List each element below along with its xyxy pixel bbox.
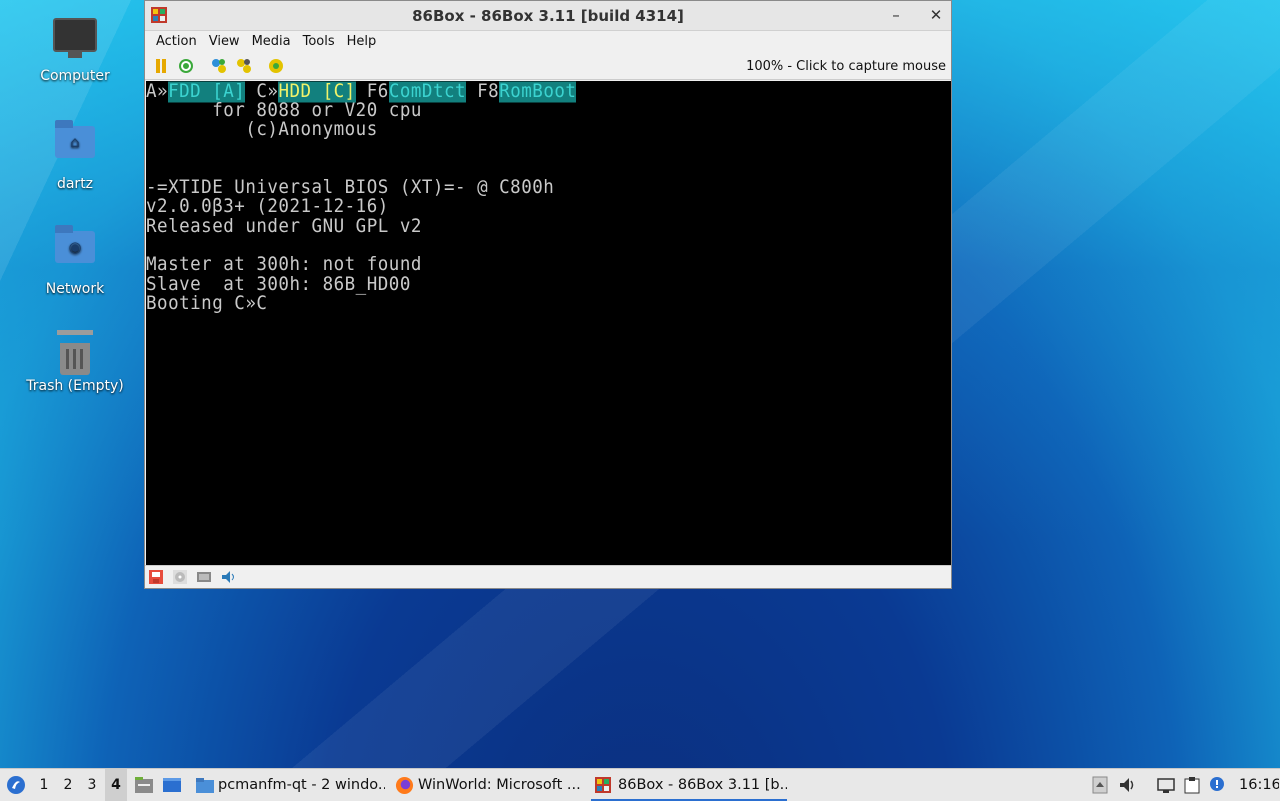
boot-option-comdtct: ComDtct xyxy=(388,81,467,103)
desktop-icon-computer[interactable]: Computer xyxy=(20,18,130,84)
pause-icon[interactable] xyxy=(152,57,170,75)
file-manager-launcher-icon[interactable] xyxy=(134,776,154,794)
minimize-button[interactable]: – xyxy=(885,5,907,25)
window-statusbar xyxy=(145,565,951,588)
show-desktop-icon[interactable] xyxy=(162,776,182,794)
screen-text-line: (c)Anonymous xyxy=(146,119,378,141)
clipboard-icon[interactable] xyxy=(1184,776,1200,794)
86box-app-icon xyxy=(595,777,611,793)
update-notifier-icon[interactable] xyxy=(1209,776,1225,794)
clock[interactable]: 16:16 xyxy=(1239,769,1279,801)
window-title: 86Box - 86Box 3.11 [build 4314] xyxy=(412,7,684,25)
desktop-icon-label: Trash (Empty) xyxy=(26,378,124,394)
emulator-window[interactable]: 86Box - 86Box 3.11 [build 4314] – ✕ Acti… xyxy=(144,0,952,589)
home-folder-icon: ⌂ xyxy=(53,120,97,170)
close-button[interactable]: ✕ xyxy=(925,5,947,25)
screen-text-line: v2.0.0β3+ (2021-12-16) xyxy=(146,196,389,218)
boot-option-c-key: C» xyxy=(245,81,279,103)
workspace-3[interactable]: 3 xyxy=(81,769,103,801)
toolbar: 100% - Click to capture mouse xyxy=(145,52,951,80)
desktop-icon-label: dartz xyxy=(56,176,94,192)
workspace-4[interactable]: 4 xyxy=(105,769,127,801)
network-folder-icon: ◉ xyxy=(53,225,97,275)
boot-option-hdd: HDD [C] xyxy=(278,81,356,103)
screen-text-line: for 8088 or V20 cpu xyxy=(146,100,422,122)
menu-bar: Action View Media Tools Help xyxy=(145,31,951,52)
menu-view[interactable]: View xyxy=(204,32,245,49)
boot-option-romboot: RomBoot xyxy=(499,81,577,103)
floppy-drive-icon[interactable] xyxy=(149,570,163,584)
boot-option-f6-key: F6 xyxy=(355,81,389,103)
boot-menu-line: A»FDD [A] C»HDD [C] F6ComDtct F8RomBoot xyxy=(146,81,577,103)
desktop-icon-trash[interactable]: Trash (Empty) xyxy=(20,328,130,394)
trash-icon xyxy=(53,328,97,375)
screen-text-line: Released under GNU GPL v2 xyxy=(146,216,422,238)
menu-action[interactable]: Action xyxy=(151,32,202,49)
hard-reset-icon[interactable] xyxy=(177,57,195,75)
menu-help[interactable]: Help xyxy=(342,32,382,49)
taskbar-task-pcmanfm[interactable]: pcmanfm-qt - 2 windo... xyxy=(193,769,385,801)
settings-icon[interactable] xyxy=(267,57,285,75)
workspace-1[interactable]: 1 xyxy=(33,769,55,801)
desktop-icon-network[interactable]: ◉ Network xyxy=(20,223,130,297)
computer-icon xyxy=(53,18,97,62)
menu-tools[interactable]: Tools xyxy=(298,32,340,49)
start-menu-icon[interactable] xyxy=(6,775,26,795)
taskbar-task-86box[interactable]: 86Box - 86Box 3.11 [b... xyxy=(591,769,787,801)
desktop-icon-label: Computer xyxy=(40,68,110,84)
window-titlebar[interactable]: 86Box - 86Box 3.11 [build 4314] – ✕ xyxy=(145,1,951,31)
boot-option-f8-key: F8 xyxy=(466,81,500,103)
screen-text-line: Master at 300h: not found xyxy=(146,254,422,276)
boot-option-a-key: A» xyxy=(146,81,169,103)
cdrom-drive-icon[interactable] xyxy=(173,570,187,584)
sound-icon[interactable] xyxy=(221,570,235,584)
ctrl-alt-del-icon[interactable] xyxy=(210,57,228,75)
menu-media[interactable]: Media xyxy=(247,32,296,49)
screen-text-line: -=XTIDE Universal BIOS (XT)=- @ C800h xyxy=(146,177,555,199)
desktop-icon-dartz[interactable]: ⌂ dartz xyxy=(20,118,130,192)
firefox-icon xyxy=(395,776,414,795)
workspace-2[interactable]: 2 xyxy=(57,769,79,801)
emulated-screen[interactable]: A»FDD [A] C»HDD [C] F6ComDtct F8RomBoot … xyxy=(146,81,951,565)
screen-text-line: Slave at 300h: 86B_HD00 xyxy=(146,274,411,296)
desktop-icon-label: Network xyxy=(45,281,105,297)
taskbar: 1 2 3 4 pcmanfm-qt - 2 windo... WinWorld… xyxy=(0,768,1280,801)
mouse-capture-status: 100% - Click to capture mouse xyxy=(746,59,946,74)
hard-disk-icon[interactable] xyxy=(197,570,211,584)
taskbar-task-firefox[interactable]: WinWorld: Microsoft ... xyxy=(393,769,585,801)
screen-text-line: Booting C»C xyxy=(146,293,268,315)
task-label: pcmanfm-qt - 2 windo... xyxy=(218,777,385,793)
network-tray-icon[interactable] xyxy=(1157,776,1175,794)
ctrl-alt-esc-icon[interactable] xyxy=(235,57,253,75)
folder-icon xyxy=(196,778,214,793)
volume-icon[interactable] xyxy=(1119,776,1135,794)
task-label: WinWorld: Microsoft ... xyxy=(418,777,581,793)
boot-option-fdd: FDD [A] xyxy=(168,81,246,103)
task-label: 86Box - 86Box 3.11 [b... xyxy=(618,777,787,793)
notifications-arrow-icon[interactable] xyxy=(1092,776,1108,794)
